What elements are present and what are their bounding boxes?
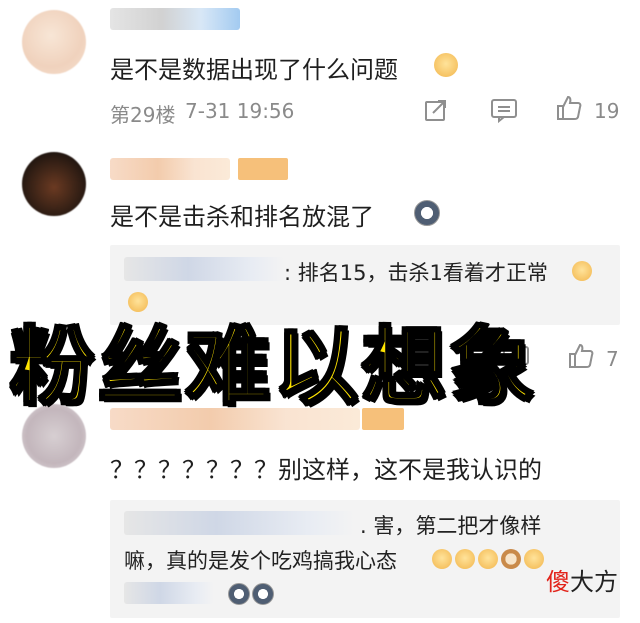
comment-icon[interactable] (490, 97, 518, 127)
username-blurred[interactable] (110, 158, 230, 180)
avatar[interactable] (22, 10, 86, 74)
user-badge-blurred (238, 158, 288, 180)
reply-user-blurred[interactable] (124, 257, 284, 281)
like-count: 7 (606, 347, 619, 371)
husky-emoji-icon (228, 583, 250, 605)
doge-emoji-icon (524, 549, 544, 569)
blush-emoji-icon (455, 549, 475, 569)
comment-text: ？？？？？？？别这样，这不是我认识的 (110, 456, 542, 484)
reply-user-blurred[interactable] (124, 582, 214, 604)
doge-emoji-icon (434, 53, 458, 77)
reply-content: 排名15，击杀1看着才正常 (297, 261, 548, 285)
watermark-rest: 大方 (570, 568, 618, 596)
like-thumb-icon[interactable] (568, 342, 596, 374)
doge-emoji-icon (478, 549, 498, 569)
reply-content: 嘛，真的是发个吃鸡搞我心态 (124, 549, 397, 573)
reply-text-line2: 嘛，真的是发个吃鸡搞我心态 (124, 545, 397, 575)
watermark: 傻大方 (546, 562, 618, 597)
husky-emoji-icon (252, 583, 274, 605)
reply-text: . 害，第二把才像样 (360, 514, 542, 538)
comment-text: 是不是击杀和排名放混了 (110, 203, 374, 231)
reply-content: 害，第二把才像样 (373, 514, 542, 538)
reply-text: : 排名15，击杀1看着才正常 (284, 261, 548, 285)
like-thumb-icon[interactable] (556, 94, 584, 126)
cat-emoji-icon (501, 549, 521, 569)
comment-time: 7-31 19:56 (185, 99, 295, 123)
comment-floor: 第29楼 (110, 103, 176, 127)
overlay-title: 粉丝难以想象 (8, 317, 539, 418)
comment-text: 是不是数据出现了什么问题 (110, 56, 398, 84)
username-blurred[interactable] (110, 8, 240, 30)
share-icon[interactable] (423, 97, 449, 127)
avatar[interactable] (22, 152, 86, 216)
blush-emoji-icon (572, 261, 592, 281)
watermark-red-char: 傻 (546, 568, 570, 596)
reply-user-blurred[interactable] (124, 511, 354, 535)
husky-emoji-icon (414, 200, 440, 226)
blush-emoji-icon (432, 549, 452, 569)
like-count: 19 (594, 99, 620, 123)
